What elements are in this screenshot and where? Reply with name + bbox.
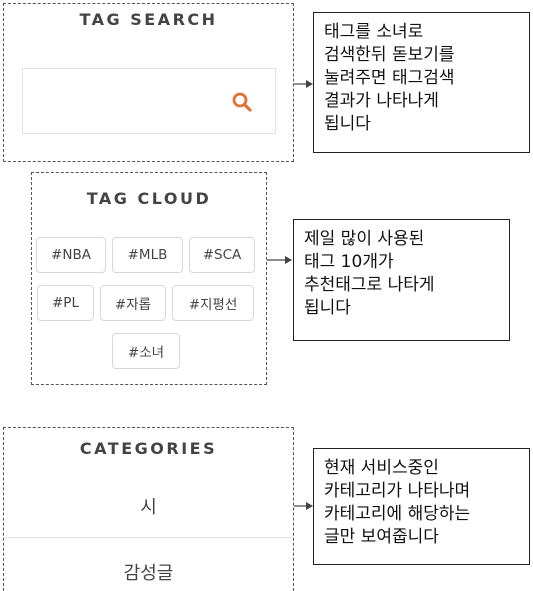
tag-cloud-panel: TAG CLOUD #NBA #MLB #SCA #PL #자롭 #지평선 #소…	[31, 172, 267, 385]
tag-cloud-note: 제일 많이 사용된 태그 10개가 추천태그로 나타게 됩니다	[293, 219, 510, 341]
tag-chip[interactable]: #자롭	[100, 285, 166, 321]
note-line: 태그 10개가	[304, 252, 394, 272]
tag-search-note: 태그를 소녀로 검색한뒤 돋보기를 눌려주면 태그검색 결과가 나타나게 됩니다	[313, 12, 530, 153]
note-line: 글만 보여줍니다	[324, 527, 439, 547]
arrow-categories-note	[294, 502, 313, 510]
categories-panel: CATEGORIES 시 감성글	[3, 427, 294, 591]
note-line: 됩니다	[324, 114, 371, 134]
category-divider	[4, 537, 293, 538]
tag-chip[interactable]: #지평선	[172, 285, 254, 321]
tag-search-input[interactable]	[22, 68, 276, 134]
note-line: 제일 많이 사용된	[304, 229, 425, 249]
note-line: 검색한뒤 돋보기를	[324, 45, 455, 65]
note-line: 됩니다	[304, 298, 351, 318]
category-item[interactable]: 감성글	[4, 559, 293, 585]
tag-cloud-title: TAG CLOUD	[86, 189, 212, 208]
category-item[interactable]: 시	[4, 493, 293, 519]
note-line: 현재 서비스중인	[324, 458, 439, 478]
note-line: 카테고리가 나타나며	[324, 481, 471, 501]
note-line: 추천태그로 나타게	[304, 275, 435, 295]
arrow-tag-search-note	[294, 80, 313, 88]
tag-chip[interactable]: #소녀	[112, 333, 180, 369]
tag-search-panel: TAG SEARCH	[3, 3, 294, 162]
arrow-tag-cloud-note	[267, 256, 292, 264]
note-line: 카테고리에 해당하는	[324, 504, 471, 524]
tag-search-title: TAG SEARCH	[79, 10, 218, 29]
tag-chip[interactable]: #NBA	[36, 237, 106, 273]
categories-title: CATEGORIES	[79, 439, 218, 458]
note-line: 결과가 나타나게	[324, 91, 439, 111]
search-icon[interactable]	[231, 91, 253, 113]
tag-chip[interactable]: #SCA	[189, 237, 255, 273]
note-line: 눌려주면 태그검색	[324, 68, 455, 88]
tag-chip[interactable]: #PL	[37, 285, 94, 321]
tag-chip[interactable]: #MLB	[112, 237, 183, 273]
categories-note: 현재 서비스중인 카테고리가 나타나며 카테고리에 해당하는 글만 보여줍니다	[313, 448, 530, 565]
note-line: 태그를 소녀로	[324, 22, 424, 42]
